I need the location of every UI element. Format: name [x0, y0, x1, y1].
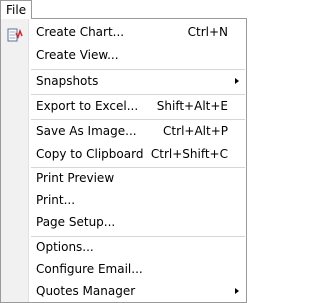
- menu-item-label: Print Preview: [36, 171, 115, 185]
- chart-icon: [7, 28, 23, 42]
- menu-item-label: Snapshots: [36, 74, 99, 88]
- menu-item-print[interactable]: Print...: [1, 189, 246, 211]
- menu-item-label: Copy to Clipboard: [36, 147, 144, 161]
- menu-item-label: Print...: [36, 193, 76, 207]
- menu-item-label: Save As Image...: [36, 124, 137, 138]
- submenu-arrow-icon: [235, 78, 239, 84]
- menubar-file[interactable]: File: [0, 0, 32, 19]
- menu-item-options[interactable]: Options...: [1, 236, 246, 258]
- menu-item-shortcut: Shift+Alt+E: [156, 99, 228, 113]
- menu-item-quotes-manager[interactable]: Quotes Manager: [1, 280, 246, 302]
- menu-item-shortcut: Ctrl+Alt+P: [163, 124, 228, 138]
- menu-item-label: Configure Email...: [36, 262, 143, 276]
- menu-item-label: Quotes Manager: [36, 284, 136, 298]
- file-menu-screen: File Create Chart... Ctrl+N Create View.…: [0, 0, 247, 303]
- menu-item-shortcut: Ctrl+Shift+C: [150, 147, 228, 161]
- menu-item-create-view[interactable]: Create View...: [1, 44, 246, 66]
- file-dropdown-menu: Create Chart... Ctrl+N Create View... Sn…: [0, 18, 247, 303]
- menu-item-create-chart[interactable]: Create Chart... Ctrl+N: [1, 21, 246, 43]
- submenu-arrow-icon: [235, 288, 239, 294]
- menu-item-print-preview[interactable]: Print Preview: [1, 167, 246, 189]
- menu-item-label: Create View...: [36, 48, 119, 62]
- menu-item-shortcut: Ctrl+N: [187, 25, 228, 39]
- menubar-file-label: File: [6, 3, 27, 17]
- menu-item-save-as-image[interactable]: Save As Image... Ctrl+Alt+P: [1, 120, 246, 142]
- menu-item-label: Export to Excel...: [36, 99, 139, 113]
- menu-item-snapshots[interactable]: Snapshots: [1, 70, 246, 92]
- menu-item-configure-email[interactable]: Configure Email...: [1, 258, 246, 280]
- menu-item-copy-to-clipboard[interactable]: Copy to Clipboard Ctrl+Shift+C: [1, 143, 246, 165]
- menu-item-page-setup[interactable]: Page Setup...: [1, 211, 246, 233]
- menu-item-label: Options...: [36, 240, 94, 254]
- menu-item-label: Page Setup...: [36, 215, 116, 229]
- menu-item-label: Create Chart...: [36, 25, 125, 39]
- menu-item-export-to-excel[interactable]: Export to Excel... Shift+Alt+E: [1, 95, 246, 117]
